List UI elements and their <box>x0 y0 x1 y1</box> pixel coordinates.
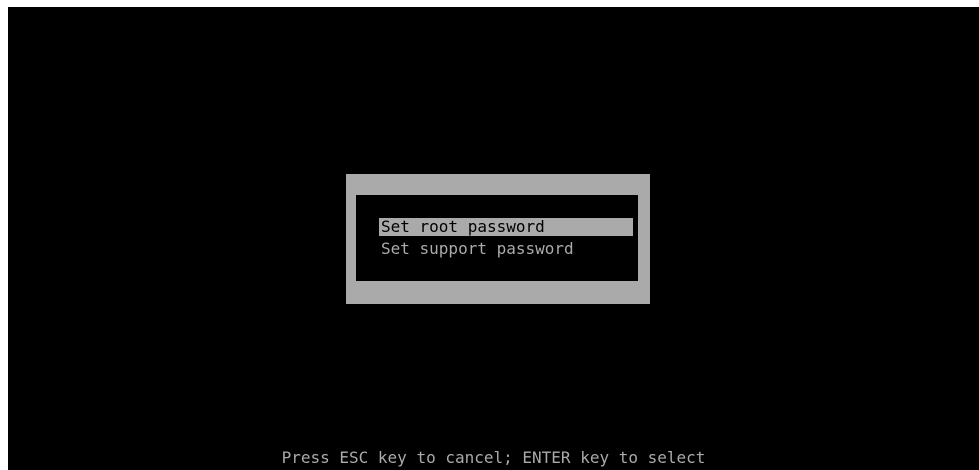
password-menu-dialog: Set root password Set support password <box>346 174 650 304</box>
menu-list: Set root password Set support password <box>356 195 638 281</box>
keyboard-hint: Press ESC key to cancel; ENTER key to se… <box>281 448 706 467</box>
menu-item-set-support-password[interactable]: Set support password <box>379 240 576 258</box>
menu-item-set-root-password[interactable]: Set root password <box>379 218 633 236</box>
text-console: Set root password Set support password P… <box>8 7 979 470</box>
screen: Set root password Set support password P… <box>0 0 979 470</box>
